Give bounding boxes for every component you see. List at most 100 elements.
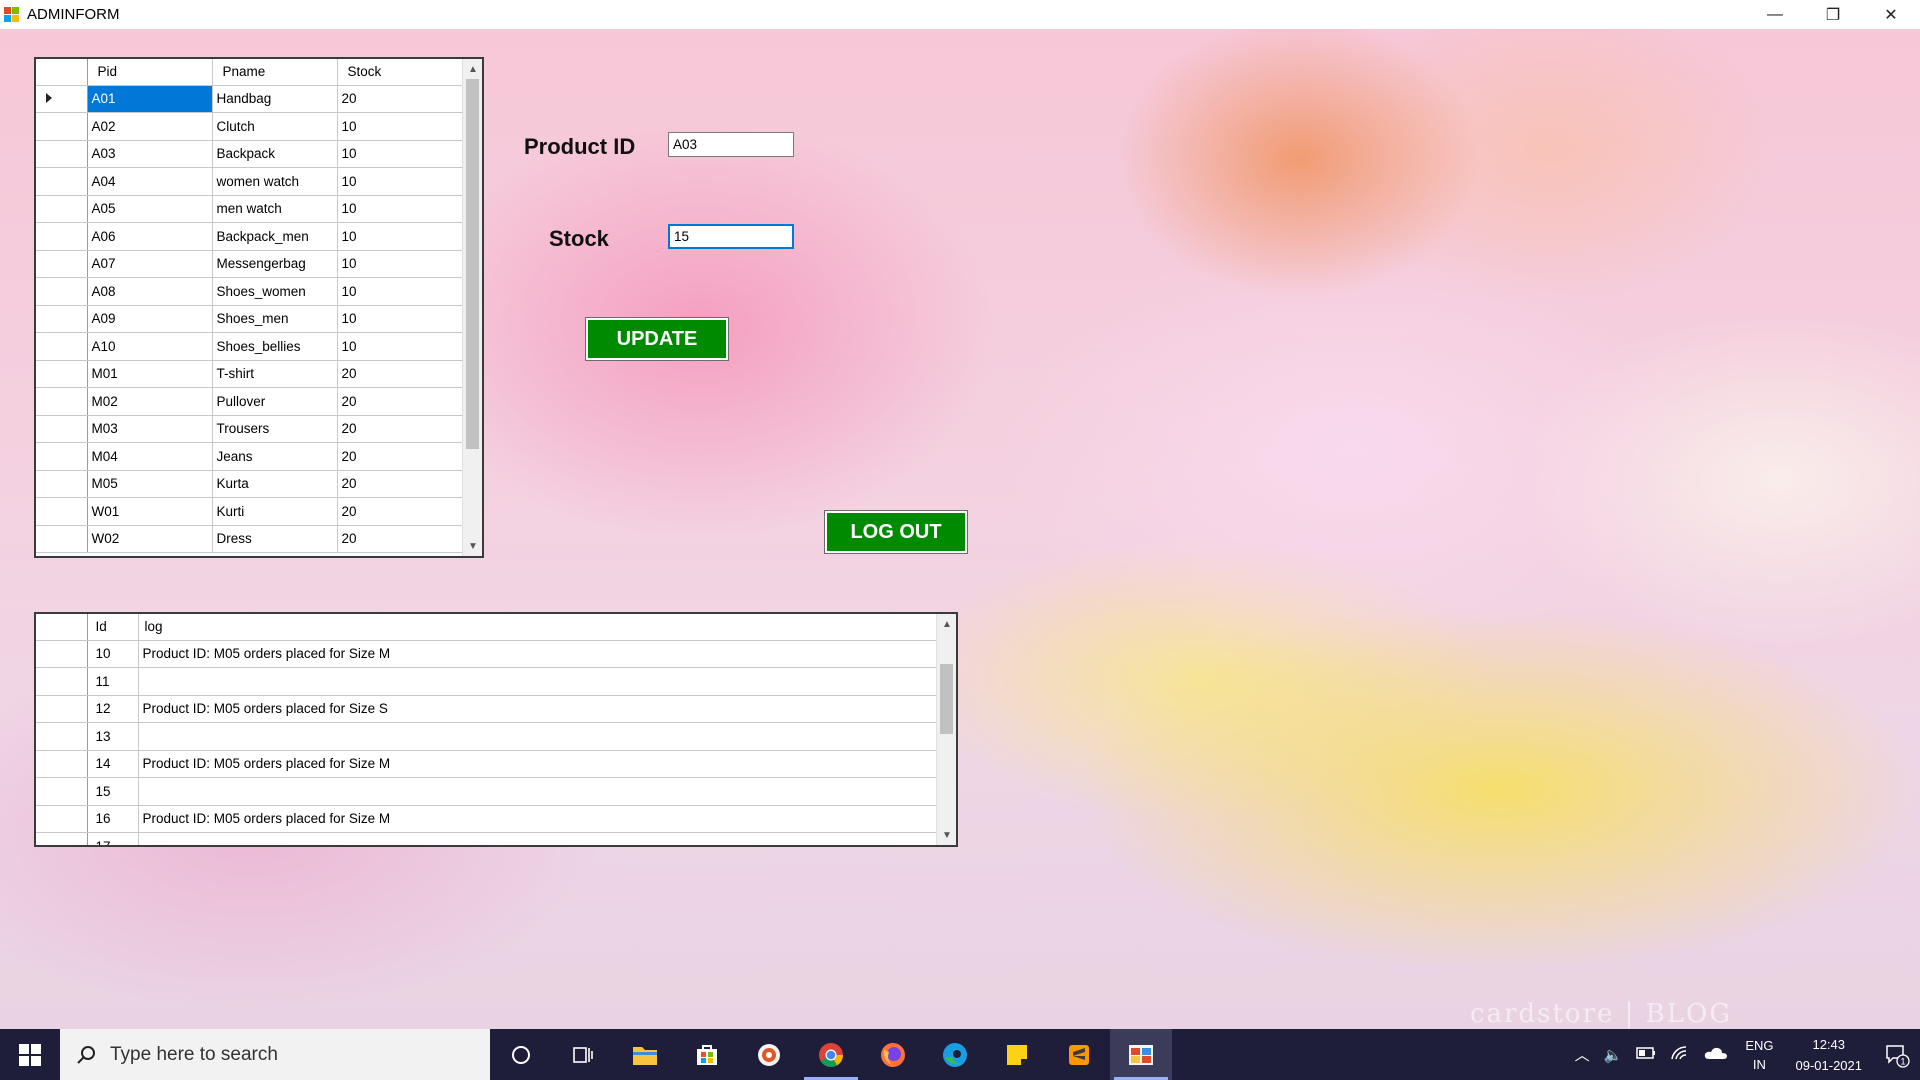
cell-stock[interactable]: 20 [337, 525, 465, 553]
cell-log[interactable]: Product ID: M05 orders placed for Size M [138, 640, 939, 668]
log-row[interactable]: 10 Product ID: M05 orders placed for Size… [36, 640, 939, 668]
cell-pid[interactable]: A07 [87, 250, 213, 278]
battery-icon[interactable] [1636, 1046, 1656, 1063]
row-header[interactable] [36, 640, 88, 668]
cell-stock[interactable]: 10 [337, 222, 465, 251]
product-row[interactable]: A07 Messengerbag 10 [36, 250, 465, 278]
cell-pid[interactable]: A10 [87, 332, 213, 361]
scroll-up-icon[interactable]: ▲ [937, 614, 956, 634]
cell-pid[interactable]: A05 [87, 195, 213, 223]
cell-pname[interactable]: Trousers [212, 415, 338, 443]
cortana-icon[interactable] [490, 1029, 552, 1080]
cell-stock[interactable]: 10 [337, 167, 465, 196]
product-row[interactable]: A10 Shoes_bellies 10 [36, 332, 465, 361]
cell-pname[interactable]: T-shirt [212, 360, 338, 388]
cell-log[interactable] [138, 722, 939, 751]
cell-stock[interactable]: 20 [337, 470, 465, 498]
cell-stock[interactable]: 20 [337, 85, 465, 113]
column-header-id[interactable]: Id [87, 614, 139, 641]
cell-pid[interactable]: A01 [87, 85, 213, 113]
row-header[interactable] [36, 277, 88, 306]
cell-log[interactable]: Product ID: M05 orders placed for Size M [138, 750, 939, 778]
log-row[interactable]: 15 [36, 777, 939, 806]
row-header[interactable] [36, 750, 88, 778]
task-view-icon[interactable] [552, 1029, 614, 1080]
cell-stock[interactable]: 20 [337, 442, 465, 471]
scroll-thumb[interactable] [940, 664, 953, 734]
products-scrollbar[interactable]: ▲ ▼ [462, 59, 482, 556]
product-row[interactable]: A09 Shoes_men 10 [36, 305, 465, 333]
stock-input[interactable] [668, 224, 794, 249]
cell-stock[interactable]: 20 [337, 497, 465, 526]
cell-pid[interactable]: A04 [87, 167, 213, 196]
row-header[interactable] [36, 332, 88, 361]
cell-log[interactable] [138, 832, 939, 845]
update-button[interactable]: UPDATE [585, 317, 729, 361]
cell-pname[interactable]: Backpack [212, 140, 338, 168]
cell-pid[interactable]: M05 [87, 470, 213, 498]
product-row[interactable]: A08 Shoes_women 10 [36, 277, 465, 306]
sticky-notes-icon[interactable] [986, 1029, 1048, 1080]
log-row[interactable]: 12 Product ID: M05 orders placed for Size… [36, 695, 939, 723]
cell-log[interactable]: Product ID: M05 orders placed for Size M [138, 805, 939, 833]
row-header[interactable] [36, 305, 88, 333]
cell-id[interactable]: 16 [87, 805, 139, 833]
log-row[interactable]: 14 Product ID: M05 orders placed for Size… [36, 750, 939, 778]
cell-stock[interactable]: 10 [337, 112, 465, 141]
log-row[interactable]: 17 [36, 832, 939, 845]
winforms-app-icon[interactable] [1110, 1029, 1172, 1080]
cell-log[interactable]: Product ID: M05 orders placed for Size S [138, 695, 939, 723]
column-header-pid[interactable]: Pid [87, 59, 213, 86]
cell-pid[interactable]: A02 [87, 112, 213, 141]
scroll-up-icon[interactable]: ▲ [463, 59, 482, 79]
log-grid[interactable]: Id log 10 Product ID: M05 orders placed f… [34, 612, 958, 847]
restore-button[interactable]: ❐ [1804, 0, 1862, 29]
minimize-button[interactable]: — [1746, 0, 1804, 29]
cell-pname[interactable]: Shoes_bellies [212, 332, 338, 361]
start-button[interactable] [0, 1029, 60, 1080]
product-row[interactable]: M03 Trousers 20 [36, 415, 465, 443]
product-row[interactable]: A01 Handbag 20 [36, 85, 465, 113]
log-scrollbar[interactable]: ▲ ▼ [936, 614, 956, 845]
store-icon[interactable] [676, 1029, 738, 1080]
cell-pname[interactable]: Kurti [212, 497, 338, 526]
row-header[interactable] [36, 250, 88, 278]
cell-pname[interactable]: Shoes_women [212, 277, 338, 306]
file-explorer-icon[interactable] [614, 1029, 676, 1080]
wifi-icon[interactable] [1670, 1045, 1690, 1065]
cell-stock[interactable]: 20 [337, 415, 465, 443]
cell-pname[interactable]: Jeans [212, 442, 338, 471]
cell-pid[interactable]: M02 [87, 387, 213, 416]
cell-id[interactable]: 13 [87, 722, 139, 751]
volume-icon[interactable]: 🔈 [1604, 1046, 1623, 1064]
cell-pid[interactable]: A03 [87, 140, 213, 168]
cell-pid[interactable]: A08 [87, 277, 213, 306]
media-icon[interactable] [738, 1029, 800, 1080]
product-row[interactable]: M05 Kurta 20 [36, 470, 465, 498]
cell-id[interactable]: 12 [87, 695, 139, 723]
log-row[interactable]: 16 Product ID: M05 orders placed for Size… [36, 805, 939, 833]
cell-id[interactable]: 15 [87, 777, 139, 806]
cell-id[interactable]: 10 [87, 640, 139, 668]
taskbar-search-box[interactable]: Type here to search [60, 1029, 490, 1080]
logout-button[interactable]: LOG OUT [824, 510, 968, 554]
chevron-up-icon[interactable]: ︿ [1575, 1044, 1590, 1065]
cell-pname[interactable]: Pullover [212, 387, 338, 416]
row-header[interactable] [36, 470, 88, 498]
row-header[interactable] [36, 195, 88, 223]
notification-center-button[interactable]: 1 [1874, 1042, 1920, 1068]
row-header[interactable] [36, 140, 88, 168]
cell-stock[interactable]: 10 [337, 195, 465, 223]
row-header[interactable] [36, 222, 88, 251]
cell-log[interactable] [138, 667, 939, 696]
firefox-icon[interactable] [862, 1029, 924, 1080]
language-indicator[interactable]: ENG IN [1745, 1036, 1773, 1074]
close-button[interactable]: ✕ [1862, 0, 1920, 29]
cell-stock[interactable]: 20 [337, 360, 465, 388]
cell-pname[interactable]: women watch [212, 167, 338, 196]
cell-pname[interactable]: Backpack_men [212, 222, 338, 251]
row-header[interactable] [36, 525, 88, 553]
row-header[interactable] [36, 832, 88, 845]
cell-pname[interactable]: Messengerbag [212, 250, 338, 278]
product-row[interactable]: M01 T-shirt 20 [36, 360, 465, 388]
